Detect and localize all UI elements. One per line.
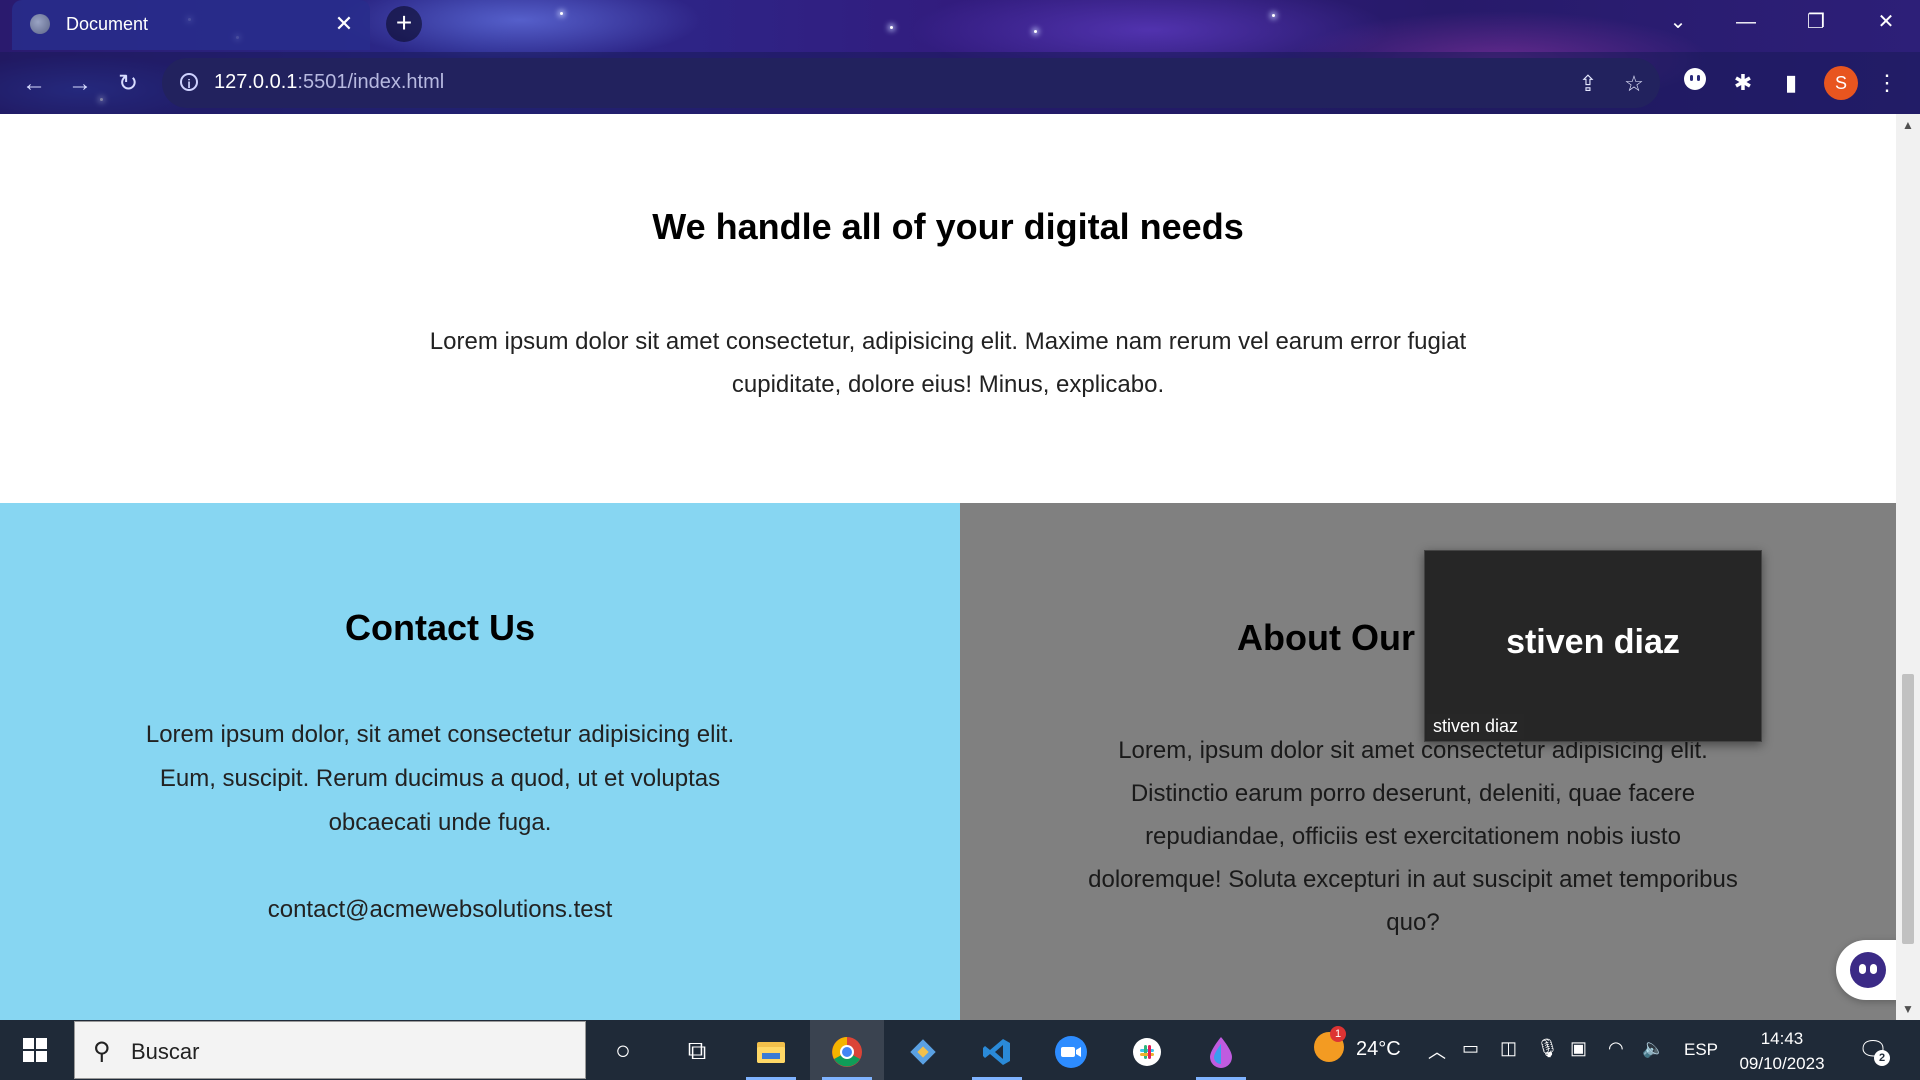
clock-time: 14:43 <box>1760 1029 1804 1048</box>
paint-icon[interactable] <box>1184 1020 1258 1080</box>
back-button[interactable]: ← <box>16 66 52 102</box>
about-text: Lorem, ipsum dolor sit amet consectetur … <box>1088 737 1738 936</box>
url-path: :5501/index.html <box>297 71 445 93</box>
windows-taskbar: ⚲ Buscar ○ ⧉ 1 24°C ︿ ▭ ◫ 🎙 ▣ ◠ 🔈 ESP 14… <box>0 1020 1920 1080</box>
extensions-puzzle-icon[interactable]: ✱ <box>1726 66 1760 100</box>
wifi-icon[interactable]: ◠ <box>1608 1038 1624 1059</box>
site-info-icon[interactable]: i <box>180 73 198 91</box>
globe-icon <box>30 14 50 34</box>
contact-email: contact@acmewebsolutions.test <box>267 896 613 923</box>
vscode-icon[interactable] <box>960 1020 1034 1080</box>
git-icon[interactable] <box>886 1020 960 1080</box>
address-bar[interactable]: i 127.0.0.1:5501/index.html ⇪ ☆ <box>162 58 1660 108</box>
screen-share-icon[interactable]: ▣ <box>1570 1038 1587 1059</box>
windows-logo-icon <box>36 1051 47 1062</box>
contact-section: Contact Us Lorem ipsum dolor, sit amet c… <box>0 503 960 1020</box>
vscode-svg <box>983 1039 1010 1066</box>
new-tab-button[interactable]: + <box>386 6 422 42</box>
background-star <box>560 12 563 15</box>
search-placeholder: Buscar <box>131 1039 200 1064</box>
notifications-count: 2 <box>1874 1050 1890 1066</box>
restore-button[interactable]: ❐ <box>1782 4 1850 40</box>
windows-logo-icon <box>23 1038 34 1049</box>
hero-text: Lorem ipsum dolor sit amet consectetur, … <box>429 328 1467 398</box>
share-icon[interactable]: ⇪ <box>1574 70 1602 98</box>
slack-svg <box>1133 1038 1161 1067</box>
git-svg <box>910 1039 936 1065</box>
weather-temperature[interactable]: 24°C <box>1356 1038 1401 1061</box>
browser-tab-document[interactable]: Document ✕ <box>12 0 370 50</box>
contact-title: Contact Us <box>344 607 536 648</box>
windows-logo-icon <box>36 1038 47 1049</box>
meet-now-icon[interactable]: ◫ <box>1500 1038 1517 1059</box>
forward-button[interactable]: → <box>62 66 98 102</box>
close-window-button[interactable]: ✕ <box>1852 4 1920 40</box>
chat-face-icon <box>1850 952 1886 988</box>
microphone-icon[interactable]: 🎙 <box>1536 1038 1559 1059</box>
zoom-icon[interactable] <box>1034 1020 1108 1080</box>
weather-badge: 1 <box>1330 1026 1346 1042</box>
background-star <box>890 26 893 29</box>
scroll-up-arrow-icon[interactable]: ▲ <box>1896 114 1920 136</box>
bookmark-star-icon[interactable]: ☆ <box>1620 70 1648 98</box>
tab-search-button[interactable]: ⌄ <box>1644 4 1712 40</box>
slack-icon[interactable] <box>1110 1020 1184 1080</box>
minimize-button[interactable]: — <box>1712 4 1780 40</box>
paint-drop-svg <box>1210 1037 1232 1069</box>
cortana-icon[interactable]: ○ <box>586 1020 660 1080</box>
side-panel-icon[interactable]: ▮ <box>1774 66 1808 100</box>
windows-logo-icon <box>23 1051 34 1062</box>
scroll-down-arrow-icon[interactable]: ▼ <box>1896 998 1920 1020</box>
file-explorer-icon[interactable] <box>734 1020 808 1080</box>
participant-caption: stiven diaz <box>1427 714 1525 739</box>
face-extension-svg <box>1684 68 1706 90</box>
tab-title: Document <box>66 14 149 34</box>
profile-avatar[interactable]: S <box>1824 66 1858 100</box>
hero-title: We handle all of your digital needs <box>652 206 1244 247</box>
scrollbar-thumb[interactable] <box>1902 674 1914 944</box>
search-icon: ⚲ <box>93 1038 111 1065</box>
background-star <box>1034 30 1037 33</box>
taskbar-search[interactable]: ⚲ Buscar <box>74 1021 586 1079</box>
folder-svg <box>757 1042 785 1064</box>
contact-text: Lorem ipsum dolor, sit amet consectetur … <box>145 721 735 836</box>
show-hidden-icons-icon[interactable]: ︿ <box>1428 1038 1446 1064</box>
url-host: 127.0.0.1 <box>214 71 298 93</box>
task-view-icon[interactable]: ⧉ <box>660 1020 734 1080</box>
page-viewport: We handle all of your digital needs Lore… <box>0 114 1896 1020</box>
participant-name: stiven diaz <box>1506 623 1680 661</box>
tab-close-button[interactable]: ✕ <box>330 10 358 38</box>
chrome-svg <box>832 1037 862 1068</box>
clock-date: 09/10/2023 <box>1739 1054 1825 1073</box>
browser-chrome: Document ✕ + ⌄ — ❐ ✕ ← → ↻ i 127.0.0.1:5… <box>0 0 1920 114</box>
language-indicator[interactable]: ESP <box>1684 1040 1718 1060</box>
background-star <box>1272 14 1275 17</box>
zoom-svg <box>1055 1036 1087 1069</box>
start-button[interactable] <box>0 1020 70 1080</box>
chrome-icon[interactable] <box>810 1020 884 1080</box>
chat-assistant-button[interactable] <box>1836 940 1896 1000</box>
browser-menu-icon[interactable]: ⋮ <box>1870 66 1904 100</box>
battery-icon[interactable]: ▭ <box>1462 1038 1479 1059</box>
url-text[interactable]: 127.0.0.1:5501/index.html <box>214 71 444 94</box>
page-scrollbar[interactable]: ▲ ▼ <box>1896 114 1920 1020</box>
video-call-overlay[interactable]: stiven diaz stiven diaz <box>1424 550 1762 742</box>
reload-button[interactable]: ↻ <box>110 66 146 102</box>
extension-face-icon[interactable] <box>1678 66 1712 100</box>
volume-icon[interactable]: 🔈 <box>1642 1038 1664 1059</box>
taskbar-clock[interactable]: 14:43 09/10/2023 <box>1728 1026 1836 1076</box>
